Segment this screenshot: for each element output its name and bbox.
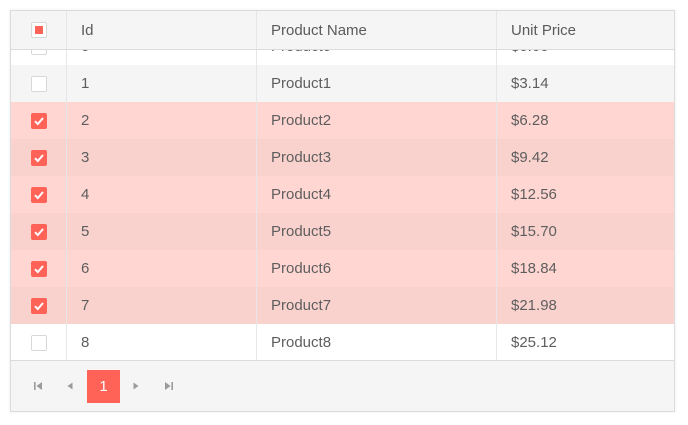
cell-product-name: Product8: [257, 324, 497, 361]
row-select-cell: [11, 176, 67, 213]
cell-id: 0: [67, 50, 257, 65]
row-select-cell: [11, 65, 67, 102]
cell-product-name: Product1: [257, 65, 497, 102]
cell-product-name: Product0: [257, 50, 497, 65]
row-select-cell: [11, 324, 67, 361]
checkmark-icon: [33, 301, 44, 310]
page-number-current[interactable]: 1: [87, 370, 120, 403]
cell-product-name: Product3: [257, 139, 497, 176]
row-select-cell: [11, 139, 67, 176]
cell-id: 3: [67, 139, 257, 176]
table-row[interactable]: 1 Product1 $3.14: [11, 65, 674, 102]
checkmark-icon: [33, 153, 44, 162]
cell-id: 1: [67, 65, 257, 102]
cell-unit-price: $0.00: [497, 50, 674, 65]
table-row[interactable]: 4 Product4 $12.56: [11, 176, 674, 213]
row-checkbox[interactable]: [30, 112, 47, 129]
last-page-button[interactable]: [154, 370, 184, 402]
next-page-button[interactable]: [121, 370, 151, 402]
grid-header: Id Product Name Unit Price: [11, 11, 674, 50]
row-checkbox[interactable]: [30, 334, 47, 351]
first-page-icon: [34, 382, 42, 390]
table-row-partial[interactable]: 0 Product0 $0.00: [11, 50, 674, 65]
cell-unit-price: $3.14: [511, 75, 549, 92]
cell-product-name: Product4: [257, 176, 497, 213]
select-all-checkbox[interactable]: [30, 22, 47, 38]
product-grid: Id Product Name Unit Price 0 Product0 $0…: [10, 10, 675, 412]
cell-id: 6: [67, 250, 257, 287]
table-row[interactable]: 3 Product3 $9.42: [11, 139, 674, 176]
cell-unit-price: $18.84: [511, 260, 557, 277]
row-select-cell: [11, 50, 67, 65]
row-select-cell: [11, 250, 67, 287]
cell-unit-price: $12.56: [511, 186, 557, 203]
checkmark-icon: [33, 116, 44, 125]
cell-product-name: Product2: [257, 102, 497, 139]
grid-body[interactable]: 0 Product0 $0.00 1Product1 $3.14 2Product2…: [11, 50, 674, 361]
cell-product-name: Product6: [257, 250, 497, 287]
column-header-id[interactable]: Id: [67, 11, 257, 49]
cell-unit-price: $21.98: [511, 297, 557, 314]
row-checkbox[interactable]: [30, 50, 47, 55]
row-checkbox[interactable]: [30, 260, 47, 277]
column-header-product-name[interactable]: Product Name: [257, 11, 497, 49]
cell-id: 8: [67, 324, 257, 361]
header-select-cell: [11, 11, 67, 49]
cell-unit-price: $9.42: [511, 149, 549, 166]
cell-id: 7: [67, 287, 257, 324]
cell-unit-price: $15.70: [511, 223, 557, 240]
next-page-icon: [133, 382, 139, 390]
row-checkbox[interactable]: [30, 297, 47, 314]
last-page-icon: [165, 382, 173, 390]
cell-id: 2: [67, 102, 257, 139]
checkmark-icon: [33, 190, 44, 199]
row-select-cell: [11, 213, 67, 250]
previous-page-icon: [67, 382, 73, 390]
row-checkbox[interactable]: [30, 75, 47, 92]
cell-unit-price: $6.28: [511, 112, 549, 129]
cell-product-name: Product5: [257, 213, 497, 250]
table-row[interactable]: 7 Product7 $21.98: [11, 287, 674, 324]
first-page-button[interactable]: [23, 370, 53, 402]
table-row[interactable]: 2 Product2 $6.28: [11, 102, 674, 139]
cell-product-name: Product7: [257, 287, 497, 324]
row-checkbox[interactable]: [30, 186, 47, 203]
cell-id: 4: [67, 176, 257, 213]
column-header-unit-price[interactable]: Unit Price: [497, 11, 674, 49]
row-checkbox[interactable]: [30, 223, 47, 240]
checkmark-icon: [33, 264, 44, 273]
checkmark-icon: [33, 227, 44, 236]
table-row[interactable]: 5 Product5 $15.70: [11, 213, 674, 250]
cell-unit-price: $25.12: [511, 334, 557, 351]
table-row[interactable]: 6 Product6 $18.84: [11, 250, 674, 287]
row-select-cell: [11, 102, 67, 139]
row-select-cell: [11, 287, 67, 324]
indeterminate-mark: [34, 26, 43, 34]
cell-id: 5: [67, 213, 257, 250]
previous-page-button[interactable]: [55, 370, 85, 402]
table-row[interactable]: 8 Product8 $25.12: [11, 324, 674, 361]
pager: 1: [11, 360, 674, 411]
row-checkbox[interactable]: [30, 149, 47, 166]
